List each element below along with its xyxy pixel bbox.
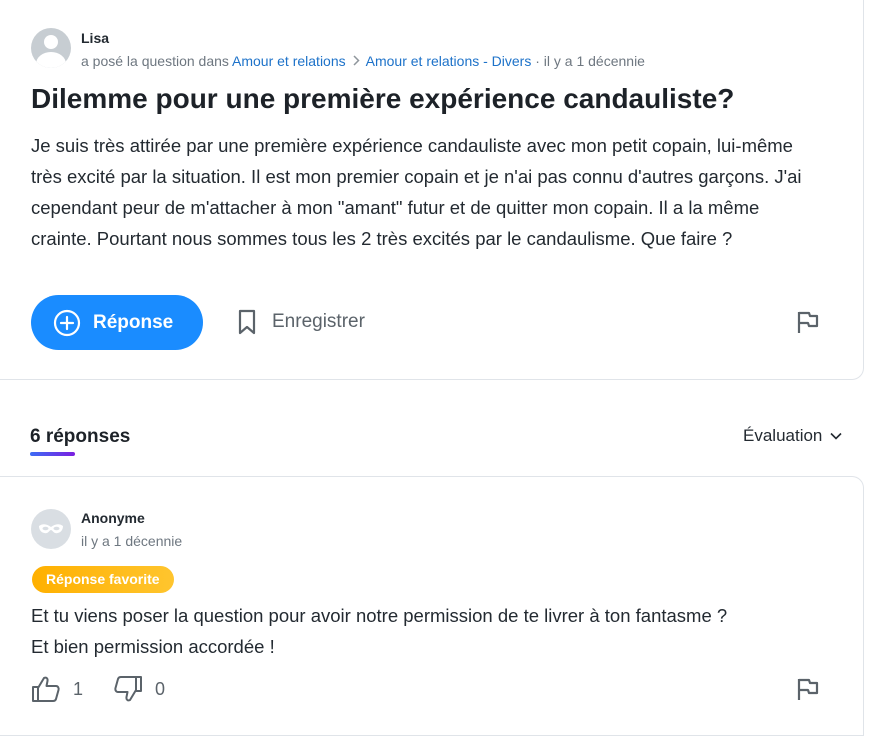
category-link[interactable]: Amour et relations bbox=[232, 53, 346, 69]
question-title: Dilemme pour une première expérience can… bbox=[31, 83, 735, 114]
answers-count-underline bbox=[30, 452, 75, 456]
answer-line-2: Et bien permission accordée ! bbox=[31, 636, 275, 657]
chevron-right-icon bbox=[352, 53, 360, 69]
upvote-button[interactable]: 1 bbox=[31, 675, 83, 703]
answer-author: Anonyme bbox=[81, 510, 145, 526]
sort-dropdown[interactable]: Évaluation bbox=[743, 426, 842, 446]
question-meta: a posé la question dans Amour et relatio… bbox=[81, 53, 645, 69]
downvote-count: 0 bbox=[155, 678, 166, 699]
question-author[interactable]: Lisa bbox=[81, 30, 109, 46]
answer-body: Et tu viens poser la question pour avoir… bbox=[31, 600, 727, 662]
bookmark-icon bbox=[238, 309, 256, 335]
upvote-count: 1 bbox=[73, 678, 84, 699]
flag-icon[interactable] bbox=[795, 676, 821, 702]
answers-count: 6 réponses bbox=[30, 426, 131, 447]
sort-label: Évaluation bbox=[743, 426, 823, 445]
answer-button-label: Réponse bbox=[93, 311, 174, 333]
answer-time: il y a 1 décennie bbox=[81, 533, 183, 549]
save-button-label: Enregistrer bbox=[272, 311, 365, 332]
subcategory-link[interactable]: Amour et relations - Divers bbox=[366, 53, 532, 69]
chevron-down-icon bbox=[830, 432, 842, 440]
favorite-answer-badge: Réponse favorite bbox=[32, 566, 174, 593]
mask-icon bbox=[39, 524, 63, 534]
question-body: Je suis très attirée par une première ex… bbox=[31, 135, 802, 249]
plus-circle-icon bbox=[53, 309, 81, 336]
answer-line-1: Et tu viens poser la question pour avoir… bbox=[31, 605, 728, 626]
thumbs-down-icon bbox=[114, 676, 142, 702]
anonymous-avatar bbox=[31, 509, 71, 549]
avatar[interactable] bbox=[31, 28, 71, 68]
question-time: · il y a 1 décennie bbox=[535, 53, 645, 69]
meta-prefix: a posé la question dans bbox=[81, 53, 229, 69]
flag-icon[interactable] bbox=[795, 309, 821, 335]
downvote-button[interactable]: 0 bbox=[113, 675, 165, 703]
save-button[interactable]: Enregistrer bbox=[236, 305, 365, 339]
thumbs-up-icon bbox=[32, 676, 60, 702]
answer-button[interactable]: Réponse bbox=[31, 295, 203, 350]
